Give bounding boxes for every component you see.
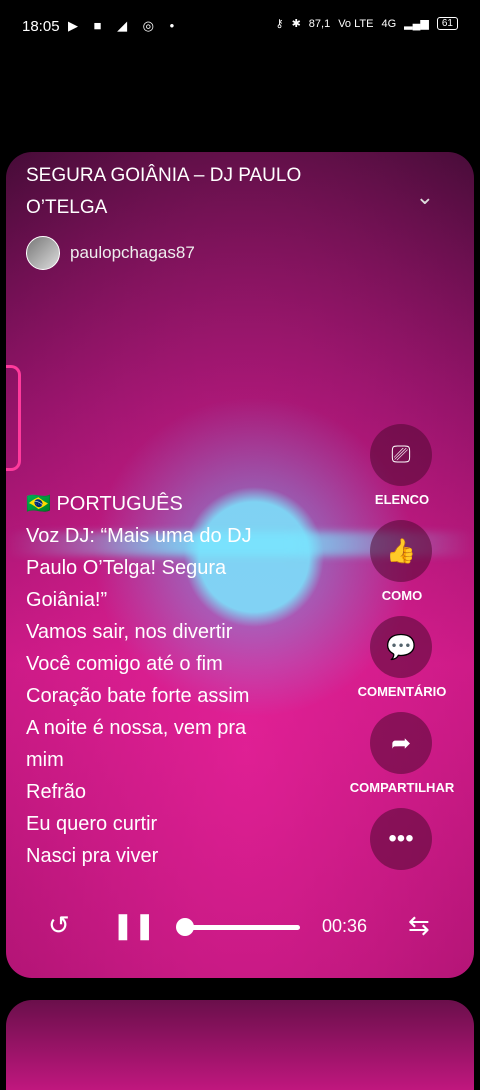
share-action[interactable]: ➦ COMPARTILHAR [341,712,463,808]
status-time: 18:05 [22,18,60,35]
lyric-line: Paulo O’Telga! Segura [26,557,227,579]
lyric-line: 🇧🇷 PORTUGUÊS [26,493,183,515]
lyric-line: A noite é nossa, vem pra [26,717,247,739]
share-label: COMPARTILHAR [349,780,455,795]
player-controls: ↺ ❚❚ 00:36 ⇆ [6,902,474,952]
cast-action[interactable]: ⎚ ELENCO [341,424,463,520]
author-row[interactable]: paulopchagas87 [26,236,195,270]
avatar[interactable] [26,236,60,270]
video-title: SEGURA GOIÂNIA – DJ PAULO O’TELGA [26,165,302,218]
pause-icon[interactable]: ❚❚ [112,910,156,941]
bluetooth-icon: ✱ [291,18,301,30]
author-name[interactable]: paulopchagas87 [70,243,195,263]
lyric-line: Goiânia!” [26,589,108,611]
replay-icon[interactable]: ↺ [48,910,70,941]
comment-icon[interactable]: 💬 [370,616,432,678]
thumbs-up-icon[interactable]: 👍 [370,520,432,582]
progress-track[interactable] [178,925,300,930]
lyric-line: Voz DJ: “Mais uma do DJ [26,525,252,547]
lyric-line: Vamos sair, nos divertir [26,621,233,643]
gen-label: 4G [381,17,397,30]
status-right: ⚷ ✱ 87,1 Vo LTE 4G ▂▄▆ 61 [275,17,458,30]
action-column: ⎚ ELENCO 👍 COMO 💬 COMENTÁRIO ➦ COMPARTIL… [341,424,463,904]
progress-knob[interactable] [176,918,194,936]
lyric-line: Nasci pra viver [26,845,159,867]
net-speed: 87,1 [308,17,331,30]
more-icon[interactable]: ••• [370,808,432,870]
neon-sign [6,365,21,471]
lyric-line: Você comigo até o fim [26,653,223,675]
lyric-line: Coração bate forte assim [26,685,250,707]
lyric-line: mim [26,749,64,771]
next-card-peek[interactable] [6,1000,474,1090]
share-icon[interactable]: ➦ [370,712,432,774]
repeat-icon[interactable]: ⇆ [408,910,430,941]
lyrics-text: 🇧🇷 PORTUGUÊS Voz DJ: “Mais uma do DJ Pau… [26,488,326,872]
elapsed-time: 00:36 [322,916,368,936]
like-action[interactable]: 👍 COMO [341,520,463,616]
lyric-line: Refrão [26,781,87,803]
comment-label: COMENTÁRIO [357,684,447,699]
comment-action[interactable]: 💬 COMENTÁRIO [341,616,463,712]
key-icon: ⚷ [275,18,284,30]
cast-icon[interactable]: ⎚ [370,424,432,486]
more-action[interactable]: ••• [341,808,463,904]
lyric-line: Eu quero curtir [26,813,158,835]
video-card[interactable]: SEGURA GOIÂNIA – DJ PAULO O’TELGA ⌄ paul… [6,152,474,978]
signal-icon: ▂▄▆ [404,18,429,30]
network-label: Vo LTE [338,17,374,30]
like-label: COMO [381,588,423,603]
status-bar: 18:05 ▶ ■ ◢ ◎ • ⚷ ✱ 87,1 Vo LTE 4G ▂▄▆ 6… [0,0,480,54]
battery-indicator: 61 [436,17,458,30]
status-icons: ▶ ■ ◢ ◎ • [68,18,181,33]
cast-label: ELENCO [374,492,430,507]
collapse-chevron-icon[interactable]: ⌄ [416,184,434,210]
